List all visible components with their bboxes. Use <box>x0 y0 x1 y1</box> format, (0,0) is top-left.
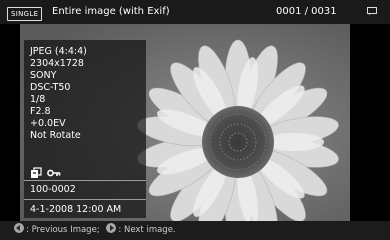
capture-datetime: 4-1-2008 12:00 AM <box>30 204 122 215</box>
next-arrow-icon[interactable] <box>106 223 117 233</box>
mode-badge: SINGLE <box>7 7 43 21</box>
key-icon <box>47 169 61 177</box>
help-bar: : Previous Image; : Next image. <box>0 221 390 240</box>
separator <box>24 199 146 200</box>
exif-resolution: 2304x1728 <box>30 58 84 69</box>
exif-aperture: F2.8 <box>30 106 51 117</box>
exif-shutter: 1/8 <box>30 94 46 105</box>
image-counter: 0001 / 0031 <box>276 6 337 17</box>
exif-maker: SONY <box>30 70 57 81</box>
exif-rotation: Not Rotate <box>30 130 81 141</box>
next-hint: : Next image. <box>118 225 176 235</box>
header-bar: SINGLE Entire image (with Exif) 0001 / 0… <box>0 0 390 24</box>
mode-label: Entire image (with Exif) <box>52 6 170 17</box>
prev-arrow-icon[interactable] <box>14 223 24 233</box>
prev-hint: : Previous Image; <box>26 225 100 235</box>
separator <box>24 180 146 181</box>
file-number: 100-0002 <box>30 184 76 195</box>
protect-icon <box>31 167 42 178</box>
exif-exposure: +0.0EV <box>30 118 66 129</box>
exif-format: JPEG (4:4:4) <box>30 46 87 57</box>
info-icon[interactable] <box>367 7 377 15</box>
exif-model: DSC-T50 <box>30 82 71 93</box>
